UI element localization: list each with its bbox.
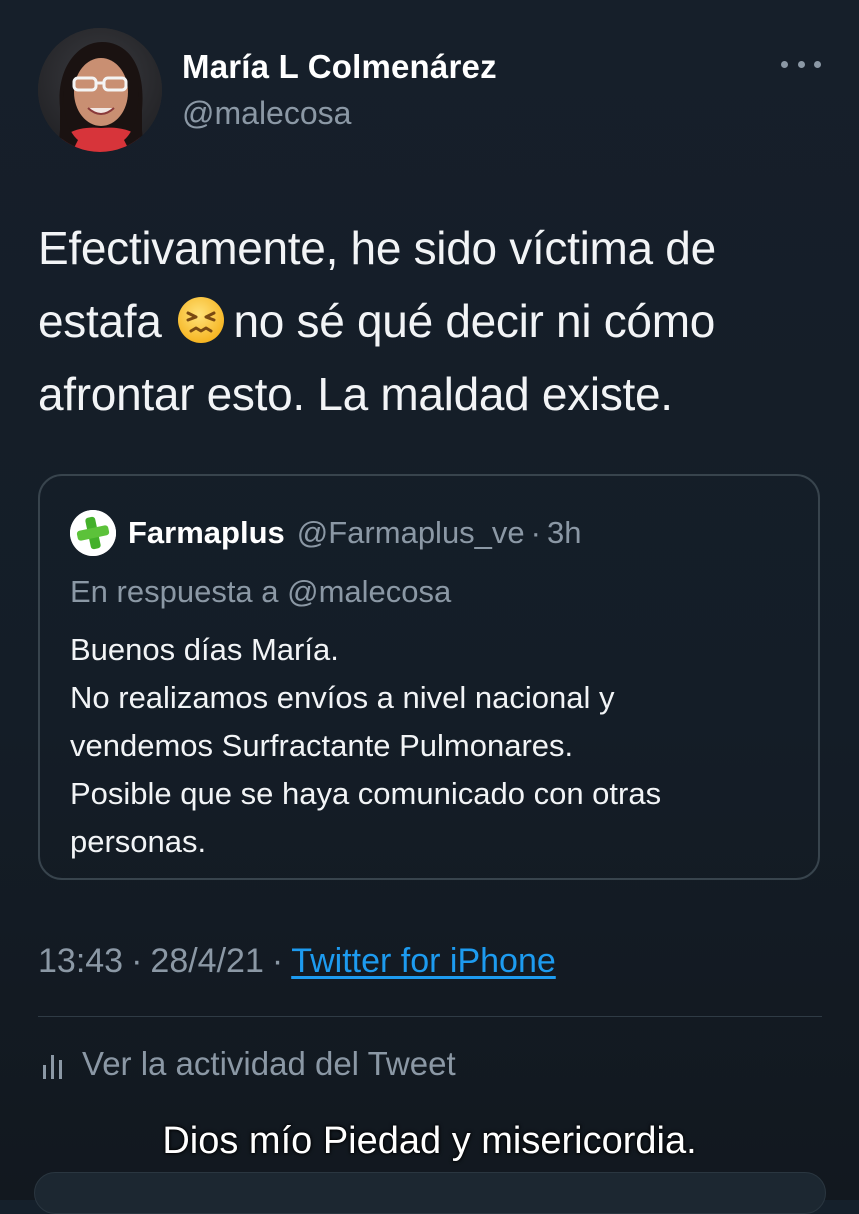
reply-input-bar[interactable] — [34, 1172, 826, 1214]
reply-to-label: En respuesta a @malecosa — [70, 574, 452, 609]
dot — [797, 60, 805, 68]
quoted-time[interactable]: 3h — [547, 515, 581, 551]
author-name[interactable]: María L Colmenárez — [182, 48, 497, 86]
bar-chart-icon — [43, 1055, 62, 1079]
quoted-text-line: personas. — [70, 824, 207, 859]
tweet-text-line: afrontar esto. La maldad existe. — [38, 368, 673, 420]
tweet-text-line: Efectivamente, he sido víctima de — [38, 222, 716, 274]
tweet-date: 28/4/21 — [150, 942, 264, 980]
tweet-text: Efectivamente, he sido víctima de estafa… — [38, 212, 828, 431]
source-link[interactable]: Twitter for iPhone — [291, 942, 556, 980]
author-handle[interactable]: @malecosa — [182, 95, 351, 132]
farmaplus-cross-graphic — [70, 510, 116, 556]
quoted-author-handle[interactable]: @Farmaplus_ve — [297, 515, 525, 551]
divider — [38, 1016, 822, 1017]
more-options-icon[interactable] — [781, 52, 821, 76]
activity-label: Ver la actividad del Tweet — [82, 1045, 456, 1082]
tweet-text-fragment: no sé qué decir ni cómo — [233, 295, 716, 347]
quoted-text-line: Buenos días María. — [70, 632, 339, 667]
separator-dot: · — [271, 942, 284, 980]
persevering-face-icon — [177, 297, 224, 343]
caption-overlay: Dios mío Piedad y misericordia. — [162, 1120, 697, 1162]
quoted-tweet-text: Buenos días María. No realizamos envíos … — [70, 626, 800, 866]
quoted-text-line: No realizamos envíos a nivel nacional y — [70, 680, 615, 715]
green-cross-logo-icon[interactable] — [70, 510, 116, 556]
quoted-text-line: Posible que se haya comunicado con otras — [70, 776, 662, 811]
tweet-text-line-with-emoji: estafa no sé qué decir ni cómo — [38, 285, 828, 358]
quoted-author-name[interactable]: Farmaplus — [128, 515, 285, 551]
tweet-detail-screen: María L Colmenárez @malecosa Efectivamen… — [0, 0, 859, 1214]
dot — [781, 60, 788, 68]
tweet-activity-button[interactable]: Ver la actividad del Tweet — [42, 1045, 456, 1083]
quoted-tweet-card[interactable]: Farmaplus @Farmaplus_ve · 3h En respuest… — [38, 474, 820, 880]
author-avatar[interactable] — [38, 28, 162, 152]
quoted-text-line: vendemos Surfractante Pulmonares. — [70, 728, 574, 763]
avatar-photo-icon — [38, 28, 162, 152]
separator-dot: · — [530, 515, 541, 550]
quoted-tweet-header: Farmaplus @Farmaplus_ve · 3h — [70, 510, 581, 556]
tweet-text-fragment: estafa — [38, 295, 162, 347]
tweet-metadata: 13:43 · 28/4/21 · Twitter for iPhone — [38, 942, 556, 981]
separator-dot: · — [131, 942, 143, 980]
tweet-time: 13:43 — [38, 942, 124, 980]
dot — [814, 60, 821, 68]
